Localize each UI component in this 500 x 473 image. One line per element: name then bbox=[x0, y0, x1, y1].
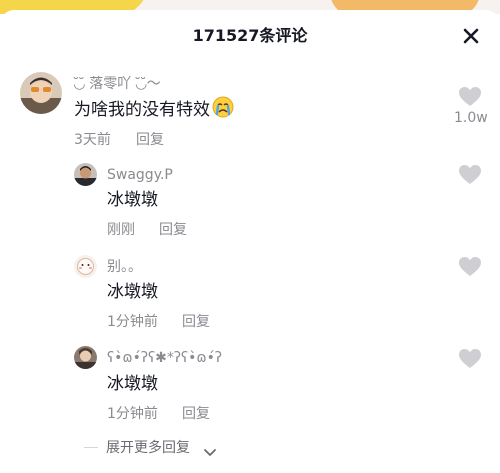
like-button[interactable] bbox=[458, 164, 482, 185]
comment-text-content: 为啥我的没有特效 bbox=[74, 100, 210, 120]
comment-text: 为啥我的没有特效 bbox=[74, 96, 234, 124]
like-button[interactable] bbox=[458, 348, 482, 369]
reply-timestamp: 1分钟前 bbox=[107, 314, 158, 330]
like-count: 1.0w bbox=[454, 110, 488, 126]
avatar[interactable] bbox=[74, 255, 97, 278]
reply-text: 冰墩墩 bbox=[107, 374, 158, 394]
avatar[interactable] bbox=[74, 163, 97, 186]
reply-timestamp: 1分钟前 bbox=[107, 406, 158, 422]
heart-icon bbox=[459, 165, 481, 184]
reply-username[interactable]: ʕ•̀ɷ•́ʔʕ✱*ʔʕ•̀ɷ•́ʔ bbox=[107, 349, 222, 367]
heart-icon bbox=[459, 257, 481, 276]
like-button[interactable] bbox=[458, 256, 482, 277]
reply-text: 冰墩墩 bbox=[107, 282, 158, 302]
reply-button[interactable]: 回复 bbox=[136, 131, 164, 149]
avatar[interactable] bbox=[20, 72, 62, 114]
reply-timestamp: 刚刚 bbox=[107, 222, 135, 238]
comment-count-title: 171527条评论 bbox=[192, 26, 308, 45]
reply-username[interactable]: Swaggy.P bbox=[107, 166, 173, 184]
crying-face-emoji-icon bbox=[212, 96, 234, 124]
reply-button[interactable]: 回复 bbox=[182, 405, 210, 423]
heart-icon bbox=[459, 87, 481, 106]
reply-text: 冰墩墩 bbox=[107, 190, 158, 210]
reply-button[interactable]: 回复 bbox=[159, 221, 187, 239]
close-icon bbox=[463, 28, 479, 44]
comment-username[interactable]: ◟̆◞̆ 落零吖 ◟̆◞̆～ bbox=[74, 75, 161, 93]
like-button[interactable] bbox=[458, 86, 482, 107]
comment-timestamp: 3天前 bbox=[74, 132, 111, 148]
chevron-down-icon[interactable] bbox=[203, 443, 217, 462]
close-button[interactable] bbox=[458, 23, 484, 49]
expand-divider bbox=[84, 447, 98, 448]
reply-button[interactable]: 回复 bbox=[182, 313, 210, 331]
reply-username[interactable]: 别。。 bbox=[107, 258, 142, 276]
avatar[interactable] bbox=[74, 346, 97, 369]
expand-more-replies-button[interactable]: 展开更多回复 bbox=[106, 439, 190, 457]
heart-icon bbox=[459, 349, 481, 368]
